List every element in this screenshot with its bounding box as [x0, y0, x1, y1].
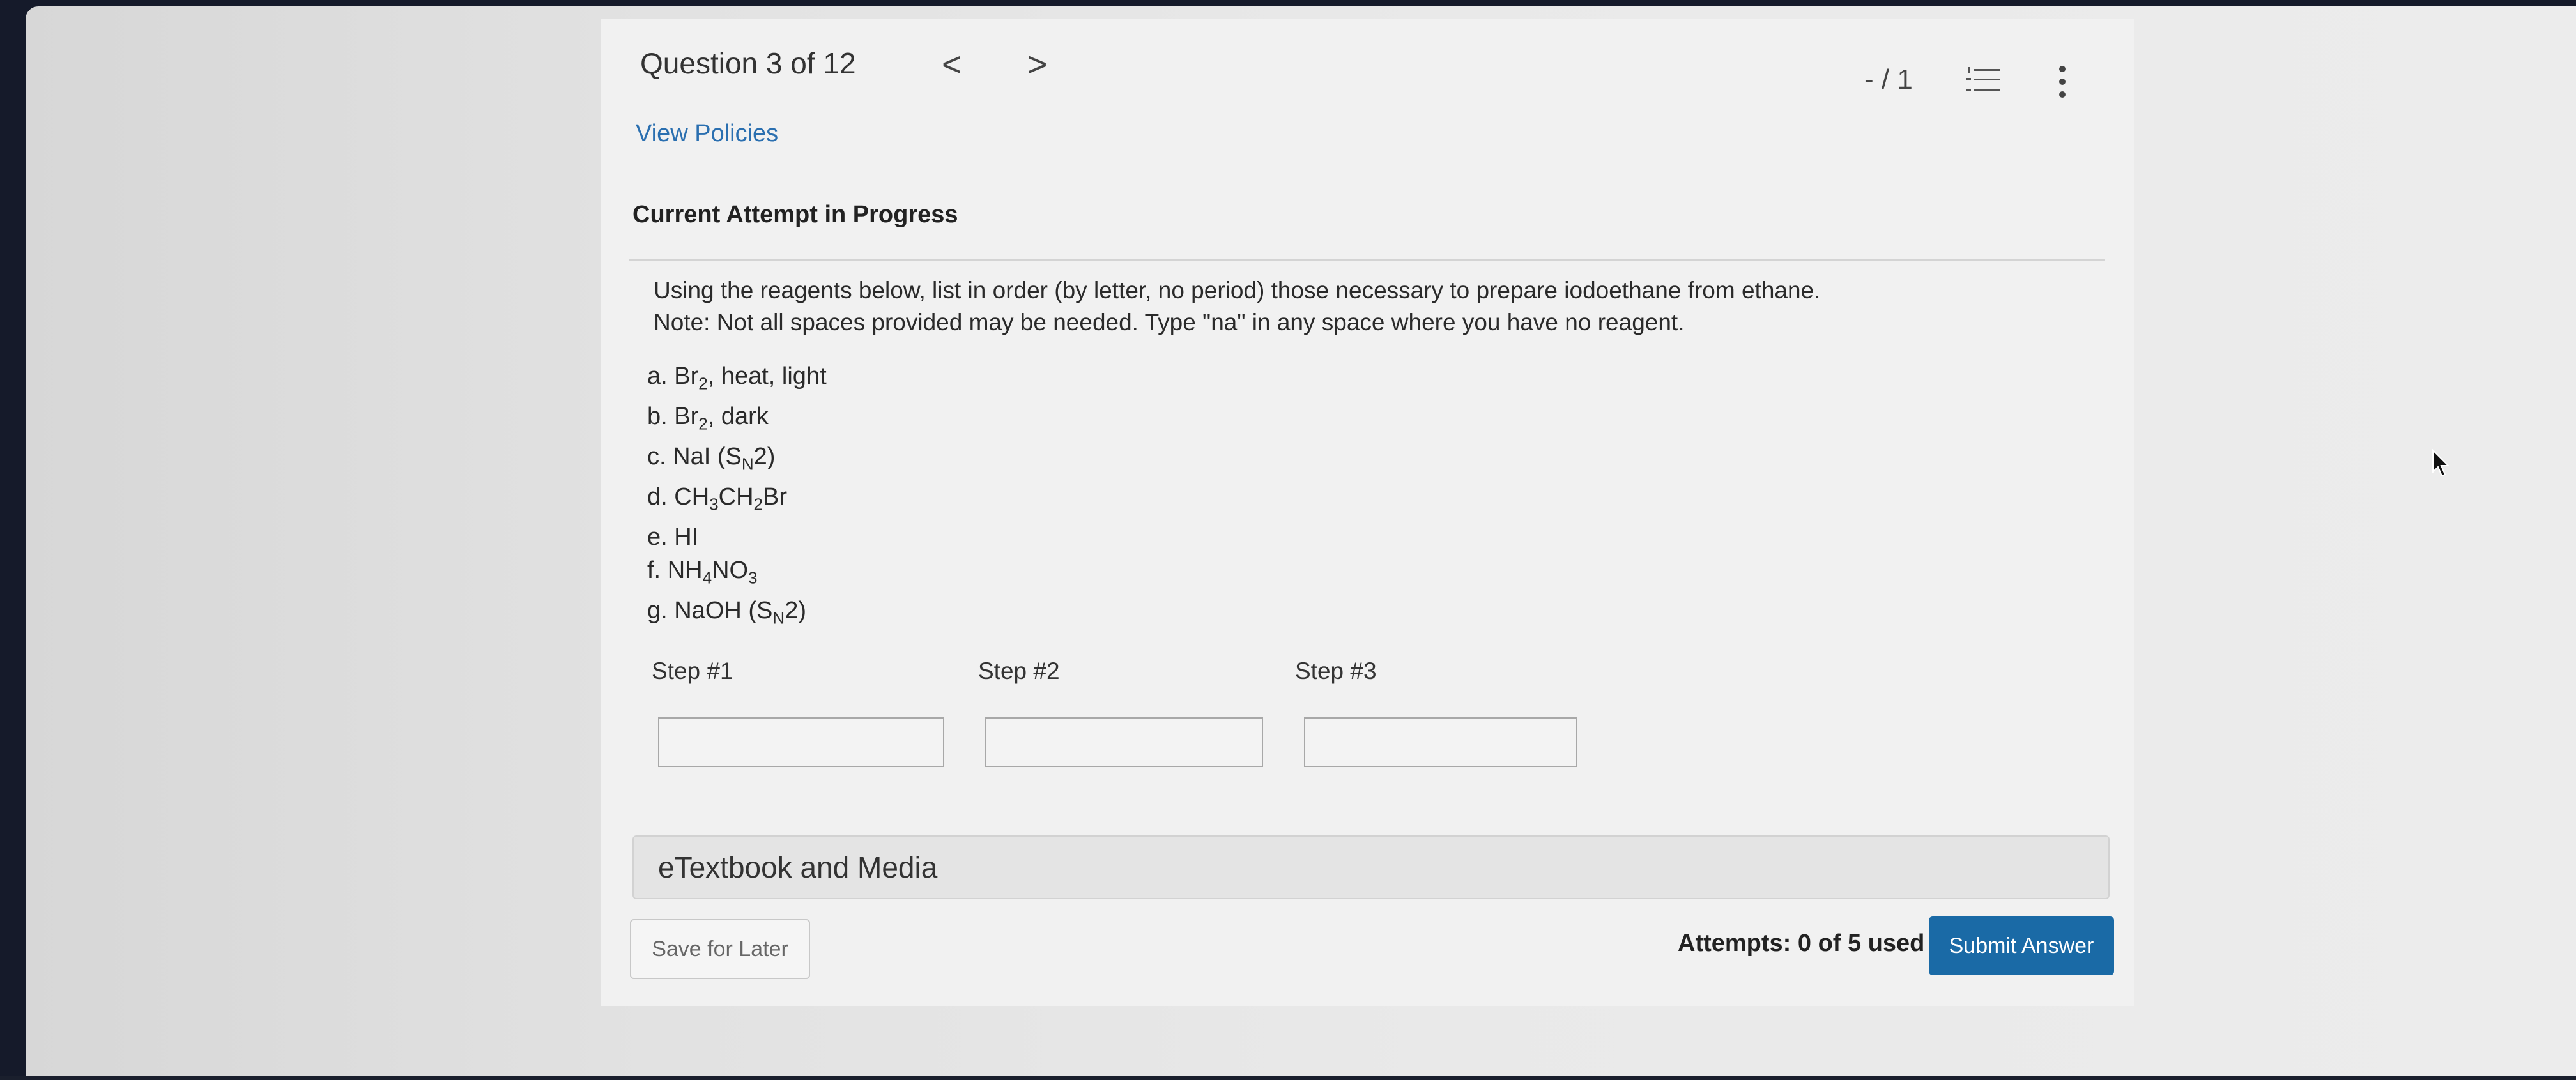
reagent-d: d. CH3CH2Br — [647, 483, 787, 514]
previous-question-button[interactable]: < — [942, 45, 962, 84]
save-for-later-button[interactable]: Save for Later — [630, 919, 810, 979]
etextbook-media-section[interactable]: eTextbook and Media — [632, 835, 2110, 899]
step-1-label: Step #1 — [652, 658, 733, 684]
attempt-status-heading: Current Attempt in Progress — [632, 201, 958, 228]
step-3-label: Step #3 — [1295, 658, 1377, 684]
question-text: Using the reagents below, list in order … — [654, 275, 1820, 338]
reagent-a: a. Br2, heat, light — [647, 363, 827, 393]
attempts-counter: Attempts: 0 of 5 used — [1678, 930, 1925, 957]
reagent-list: a. Br2, heat, light b. Br2, dark c. NaI … — [647, 360, 827, 635]
reagent-f: f. NH4NO3 — [647, 556, 758, 588]
submit-answer-button[interactable]: Submit Answer — [1929, 916, 2114, 975]
next-question-button[interactable]: > — [1027, 45, 1048, 84]
view-policies-link[interactable]: View Policies — [636, 120, 778, 148]
screen-bottom-bezel — [0, 1076, 2576, 1080]
numbered-list-icon — [1966, 67, 2000, 91]
question-line-1: Using the reagents below, list in order … — [654, 277, 1821, 303]
kebab-menu-icon — [2059, 66, 2066, 98]
reagent-c: c. NaI (SN2) — [647, 443, 776, 474]
chevron-right-icon: > — [1027, 45, 1048, 84]
reagent-b: b. Br2, dark — [647, 403, 769, 434]
question-list-button[interactable] — [1965, 65, 2001, 100]
step-3-input[interactable] — [1304, 717, 1577, 767]
mouse-pointer-icon — [2432, 448, 2451, 482]
question-score: - / 1 — [1864, 64, 1913, 95]
question-line-2: Note: Not all spaces provided may be nee… — [654, 309, 1685, 335]
more-options-button[interactable] — [2056, 64, 2069, 103]
chevron-left-icon: < — [942, 45, 962, 84]
step-1-input[interactable] — [658, 717, 944, 767]
reagent-g: g. NaOH (SN2) — [647, 597, 806, 628]
section-divider — [629, 259, 2105, 261]
reagent-e: e. HI — [647, 524, 699, 551]
question-counter: Question 3 of 12 — [640, 47, 856, 80]
step-2-label: Step #2 — [978, 658, 1060, 684]
step-2-input[interactable] — [985, 717, 1263, 767]
